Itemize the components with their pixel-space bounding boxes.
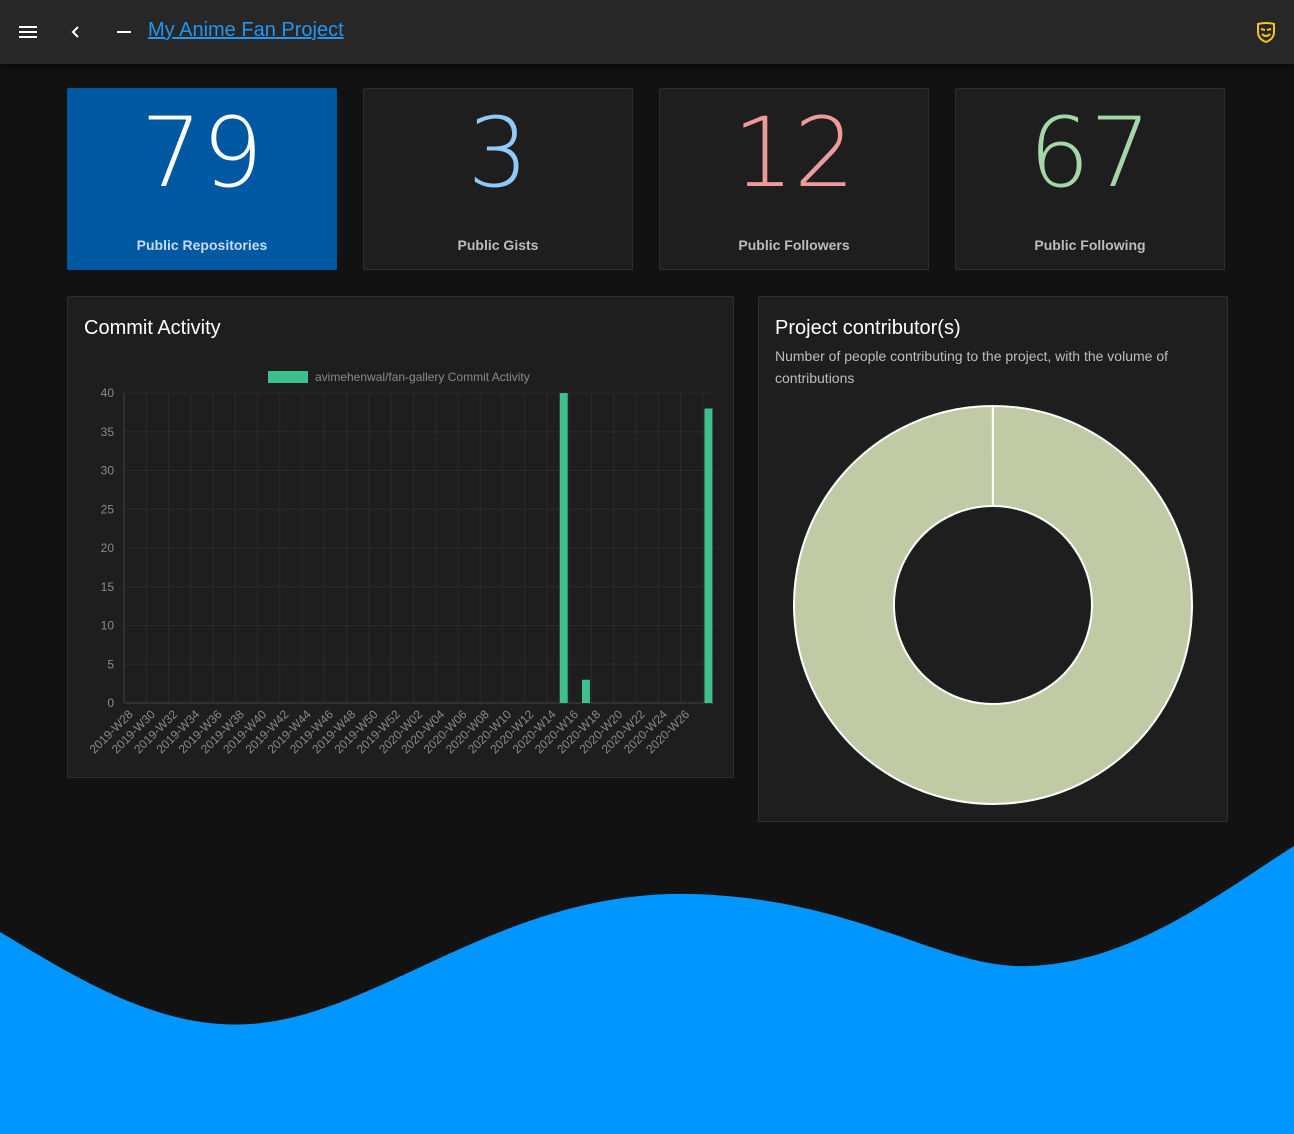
contributors-donut-chart[interactable] bbox=[759, 297, 1227, 821]
stat-card-repositories[interactable]: 79 Public Repositories bbox=[67, 88, 337, 270]
stat-card-followers[interactable]: 12 Public Followers bbox=[659, 88, 929, 270]
stat-label: Public Followers bbox=[738, 237, 850, 253]
stat-card-following[interactable]: 67 Public Following bbox=[955, 88, 1225, 270]
stat-label: Public Following bbox=[1034, 237, 1146, 253]
mask-icon[interactable] bbox=[1250, 16, 1282, 48]
y-tick-label: 25 bbox=[101, 502, 115, 516]
bar bbox=[704, 408, 713, 703]
stat-value: 3 bbox=[467, 97, 529, 209]
chevron-left-icon[interactable] bbox=[60, 16, 92, 48]
background-wave bbox=[0, 846, 1294, 1134]
stat-value: 12 bbox=[732, 97, 856, 209]
stat-label: Public Gists bbox=[457, 237, 539, 253]
commit-activity-card: Commit Activity 0 5 10 15 20 25 30 35 40 2019-W28… bbox=[67, 296, 734, 778]
y-tick-label: 15 bbox=[101, 580, 115, 594]
stat-value: 79 bbox=[140, 97, 264, 209]
bar bbox=[559, 393, 568, 703]
bar bbox=[581, 679, 590, 703]
commit-activity-chart[interactable]: 05101520253035402019-W282019-W302019-W32… bbox=[68, 297, 733, 777]
stat-label: Public Repositories bbox=[136, 237, 268, 253]
app-bar: My Anime Fan Project bbox=[0, 0, 1294, 64]
stat-card-gists[interactable]: 3 Public Gists bbox=[363, 88, 633, 270]
minus-icon[interactable] bbox=[108, 16, 140, 48]
y-tick-label: 5 bbox=[107, 657, 114, 671]
y-tick-label: 35 bbox=[101, 425, 115, 439]
stat-value: 67 bbox=[1028, 97, 1152, 209]
menu-icon[interactable] bbox=[12, 16, 44, 48]
y-tick-label: 0 bbox=[107, 696, 114, 710]
y-tick-label: 30 bbox=[101, 464, 115, 478]
contributors-card: Project contributor(s) Number of people … bbox=[758, 296, 1228, 822]
project-title-link[interactable]: My Anime Fan Project bbox=[148, 19, 344, 42]
legend-label: avimehenwal/fan-gallery Commit Activity bbox=[315, 370, 530, 384]
y-tick-label: 40 bbox=[101, 386, 115, 400]
y-tick-label: 20 bbox=[101, 541, 115, 555]
y-tick-label: 10 bbox=[101, 619, 115, 633]
legend-swatch bbox=[268, 371, 308, 383]
